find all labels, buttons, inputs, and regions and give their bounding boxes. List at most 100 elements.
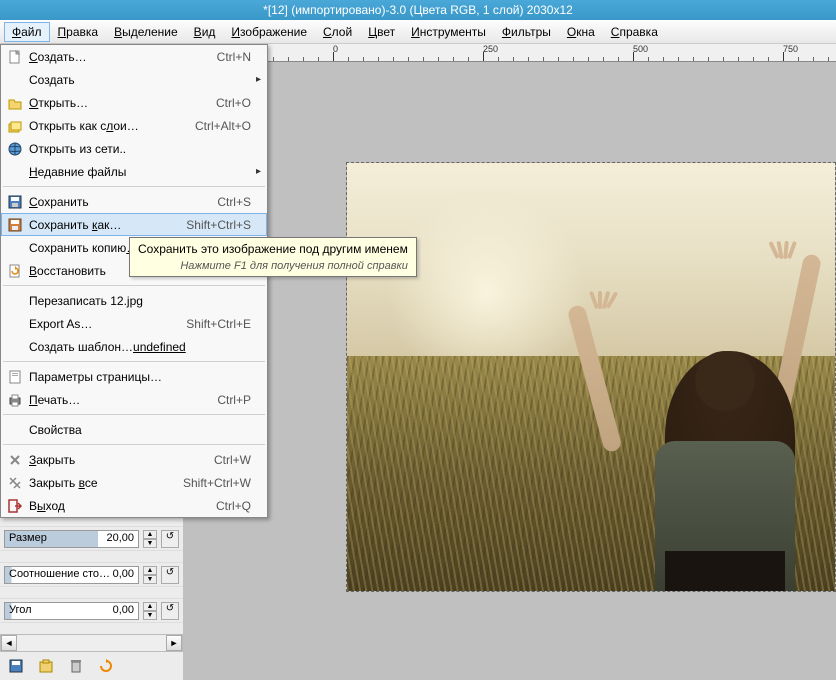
menu-item-label: Сохранить как… <box>25 218 186 232</box>
menu-item-label: Создать… <box>25 50 217 64</box>
canvas-area[interactable] <box>183 62 836 661</box>
menu-item-shortcut: Ctrl+S <box>217 195 251 209</box>
menu-item-открыть-как-слои-[interactable]: Открыть как слои…Ctrl+Alt+O <box>1 114 267 137</box>
menu-item-создать-[interactable]: Создать…Ctrl+N <box>1 45 267 68</box>
menu-item-label: Создать <box>25 73 251 87</box>
menu-item-создать-шаблон-[interactable]: Создать шаблон…undefined <box>1 335 267 358</box>
ruler-tick-label: 250 <box>483 44 498 54</box>
angle-up-button[interactable]: ▲ <box>143 602 157 611</box>
close-all-icon <box>5 475 25 491</box>
menu-item-shortcut: Ctrl+W <box>214 453 251 467</box>
menu-item-закрыть-все[interactable]: Закрыть всеShift+Ctrl+W <box>1 471 267 494</box>
blank-icon <box>5 240 25 256</box>
print-icon <box>5 392 25 408</box>
tooltip-help-hint: Нажмите F1 для получения полной справки <box>138 260 408 272</box>
close-icon <box>5 452 25 468</box>
menu-select[interactable]: Выделение <box>106 22 186 42</box>
menu-view[interactable]: Вид <box>186 22 224 42</box>
menu-item-выход[interactable]: ВыходCtrl+Q <box>1 494 267 517</box>
menu-item-shortcut: Shift+Ctrl+W <box>183 476 251 490</box>
ruler-tick-label: 500 <box>633 44 648 54</box>
panel-footer-icons <box>0 652 183 680</box>
menubar: ФайлПравкаВыделениеВидИзображениеСлойЦве… <box>0 20 836 44</box>
scroll-right-button[interactable]: ► <box>166 635 182 651</box>
ratio-down-button[interactable]: ▼ <box>143 575 157 584</box>
blank-icon <box>5 164 25 180</box>
folder-open-icon <box>5 95 25 111</box>
menu-filters[interactable]: Фильтры <box>494 22 559 42</box>
menu-item-закрыть[interactable]: ЗакрытьCtrl+W <box>1 448 267 471</box>
menu-item-shortcut: Ctrl+O <box>216 96 251 110</box>
disk-icon <box>5 194 25 210</box>
tooltip-text: Сохранить это изображение под другим име… <box>138 242 408 256</box>
menu-item-label: Открыть… <box>25 96 216 110</box>
size-up-button[interactable]: ▲ <box>143 530 157 539</box>
angle-slider-row[interactable]: Угол0,00 ▲ ▼ ↺ <box>0 598 183 622</box>
menu-item-сохранить[interactable]: СохранитьCtrl+S <box>1 190 267 213</box>
menu-item-label: Открыть из сети.. <box>25 142 251 156</box>
menu-item-label: Перезаписать 12.jpg <box>25 294 251 308</box>
menu-file[interactable]: Файл <box>4 22 50 42</box>
submenu-arrow-icon: ▸ <box>251 166 261 177</box>
menu-item-label: Открыть как слои… <box>25 119 195 133</box>
menu-color[interactable]: Цвет <box>360 22 403 42</box>
menu-item-label: Параметры страницы… <box>25 370 251 384</box>
menu-image[interactable]: Изображение <box>223 22 315 42</box>
menu-item-параметры-страницы-[interactable]: Параметры страницы… <box>1 365 267 388</box>
menu-item-shortcut: Ctrl+P <box>217 393 251 407</box>
blank-icon <box>5 72 25 88</box>
menu-item-export-as-[interactable]: Export As…Shift+Ctrl+E <box>1 312 267 335</box>
panel-scrollbar[interactable]: ◄ ► <box>0 634 183 652</box>
menu-item-shortcut: Shift+Ctrl+S <box>186 218 251 232</box>
ratio-up-button[interactable]: ▲ <box>143 566 157 575</box>
menu-windows[interactable]: Окна <box>559 22 603 42</box>
menu-item-label: Закрыть все <box>25 476 183 490</box>
doc-new-icon <box>5 49 25 65</box>
ruler-tick-label: 750 <box>783 44 798 54</box>
menu-item-сохранить-как-[interactable]: Сохранить как…Shift+Ctrl+S <box>1 213 267 236</box>
menu-help[interactable]: Справка <box>603 22 666 42</box>
submenu-arrow-icon: ▸ <box>251 74 261 85</box>
menu-item-печать-[interactable]: Печать…Ctrl+P <box>1 388 267 411</box>
globe-icon <box>5 141 25 157</box>
ratio-reset-button[interactable]: ↺ <box>161 566 179 584</box>
menu-item-открыть-из-сети--[interactable]: Открыть из сети.. <box>1 137 267 160</box>
delete-preset-icon[interactable] <box>68 658 84 674</box>
menu-item-shortcut: Shift+Ctrl+E <box>186 317 251 331</box>
size-slider-row[interactable]: Размер20,00 ▲ ▼ ↺ <box>0 526 183 550</box>
save-preset-icon[interactable] <box>8 658 24 674</box>
angle-reset-button[interactable]: ↺ <box>161 602 179 620</box>
menu-edit[interactable]: Правка <box>50 22 107 42</box>
window-titlebar: *[12] (импортировано)-3.0 (Цвета RGB, 1 … <box>0 0 836 20</box>
scroll-left-button[interactable]: ◄ <box>1 635 17 651</box>
menu-item-label: Свойства <box>25 423 251 437</box>
menu-item-label: Выход <box>25 499 216 513</box>
reset-preset-icon[interactable] <box>98 658 114 674</box>
menu-item-shortcut: Ctrl+Alt+O <box>195 119 251 133</box>
menu-item-открыть-[interactable]: Открыть…Ctrl+O <box>1 91 267 114</box>
blank-icon <box>5 316 25 332</box>
size-down-button[interactable]: ▼ <box>143 539 157 548</box>
menu-tools[interactable]: Инструменты <box>403 22 494 42</box>
menu-item-свойства[interactable]: Свойства <box>1 418 267 441</box>
image-canvas[interactable] <box>346 162 836 592</box>
menu-layer[interactable]: Слой <box>315 22 360 42</box>
menu-item-перезаписать-12-jpg[interactable]: Перезаписать 12.jpg <box>1 289 267 312</box>
file-menu-dropdown: Создать…Ctrl+NСоздать▸Открыть…Ctrl+OОткр… <box>0 44 268 518</box>
blank-icon <box>5 293 25 309</box>
menu-item-создать[interactable]: Создать▸ <box>1 68 267 91</box>
page-setup-icon <box>5 369 25 385</box>
restore-preset-icon[interactable] <box>38 658 54 674</box>
menu-item-недавние-файлы[interactable]: Недавние файлы▸ <box>1 160 267 183</box>
menu-item-label: Недавние файлы <box>25 165 251 179</box>
size-reset-button[interactable]: ↺ <box>161 530 179 548</box>
ruler-horizontal: -250025050075010001250 <box>183 44 836 62</box>
menu-item-label: Export As… <box>25 317 186 331</box>
disk-as-icon <box>5 217 25 233</box>
menu-item-shortcut: Ctrl+N <box>217 50 251 64</box>
angle-down-button[interactable]: ▼ <box>143 611 157 620</box>
revert-icon <box>5 263 25 279</box>
ratio-slider-row[interactable]: Соотношение сто…0,00 ▲ ▼ ↺ <box>0 562 183 586</box>
menu-item-label: Создать шаблон…undefined <box>25 340 251 354</box>
tooltip: Сохранить это изображение под другим име… <box>129 237 417 277</box>
